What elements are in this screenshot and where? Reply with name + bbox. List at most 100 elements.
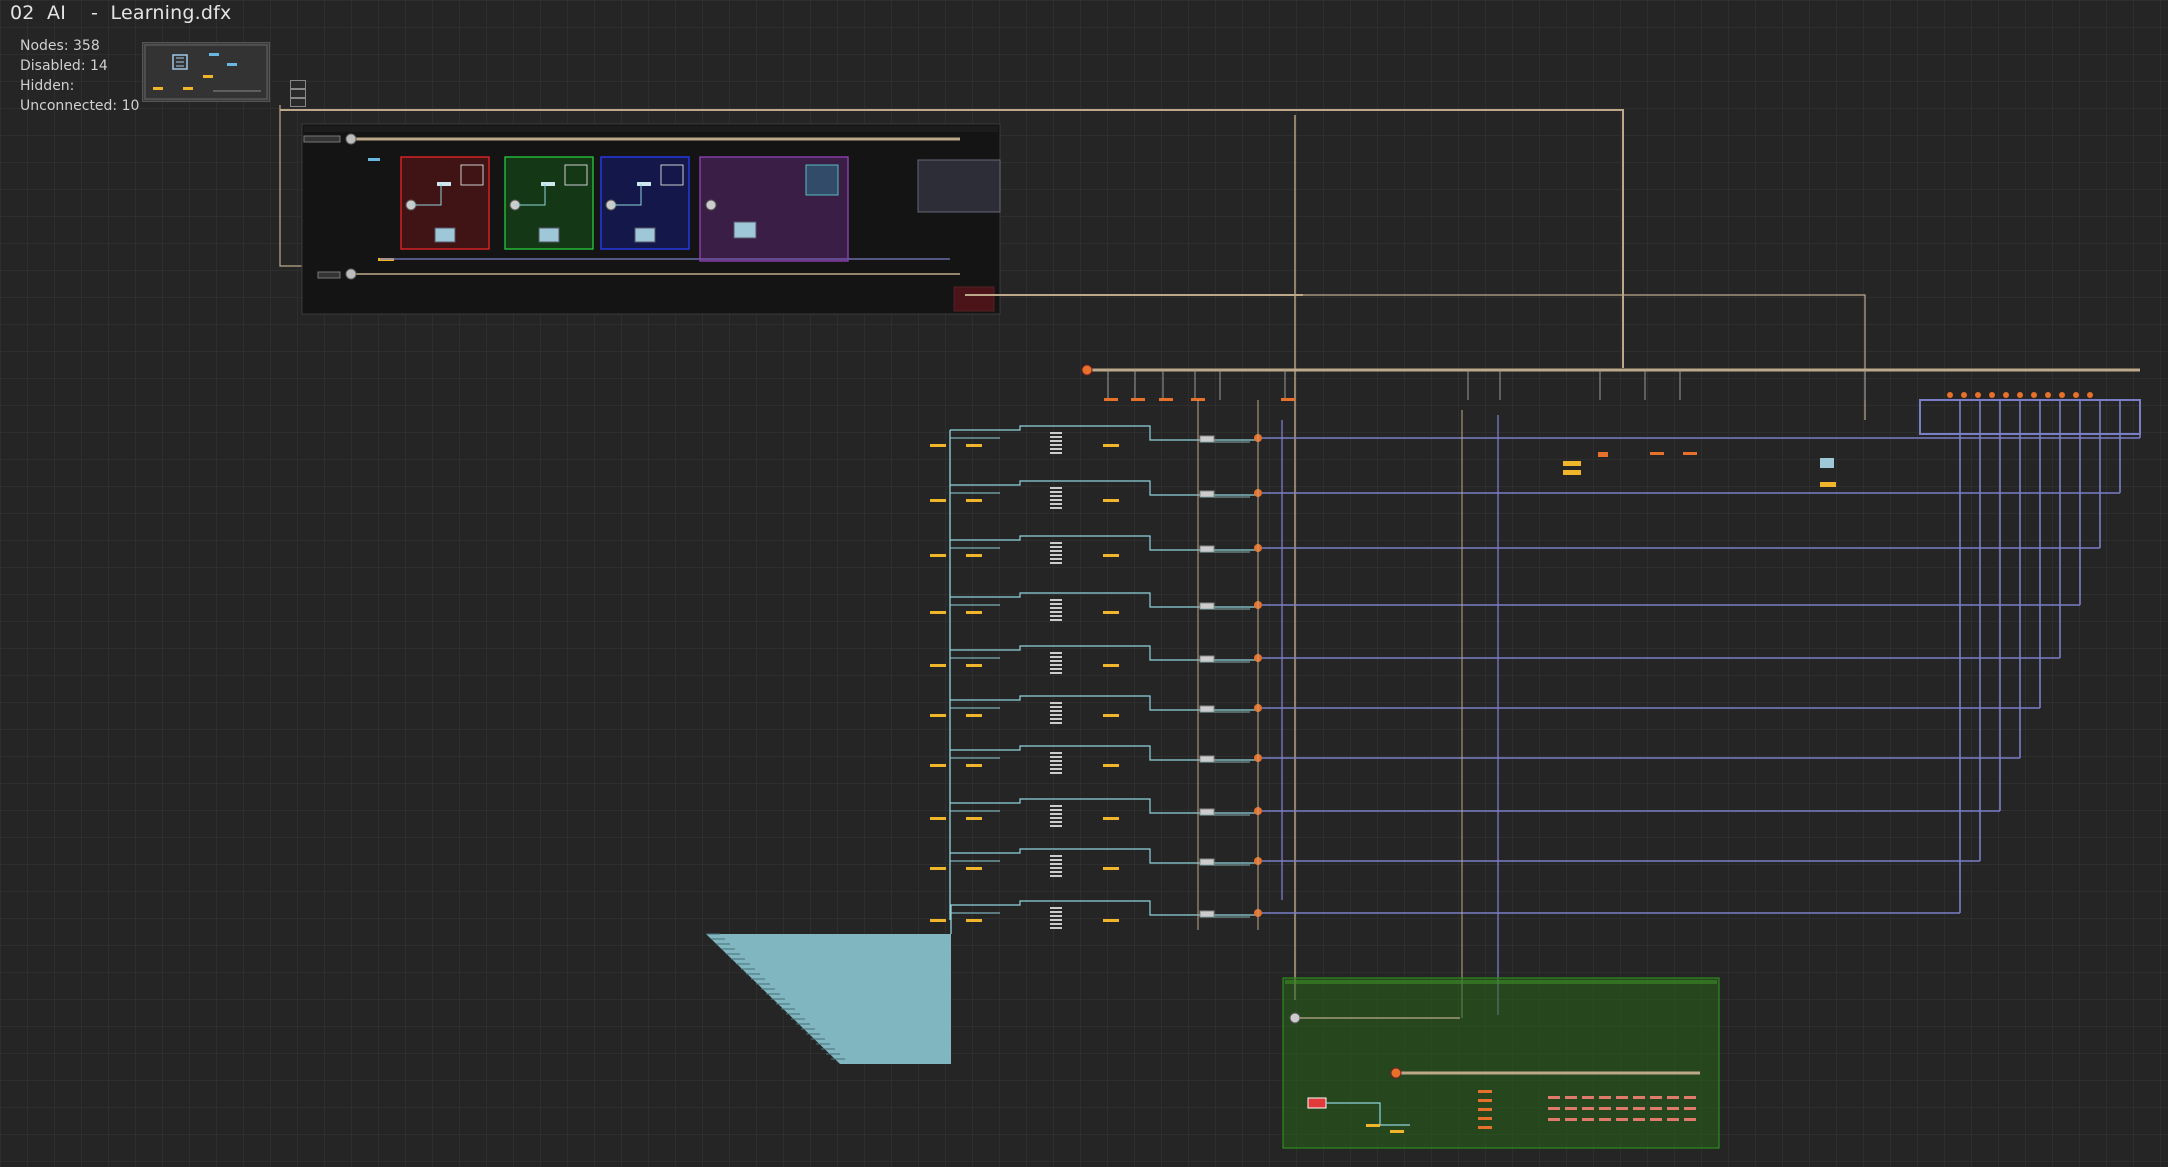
window-title: 02 AI - Learning.dfx (10, 2, 232, 24)
node (966, 817, 982, 820)
node (1050, 706, 1062, 708)
minimap[interactable] (142, 42, 270, 102)
node (1050, 440, 1062, 442)
stat-hidden: Hidden: (20, 76, 139, 96)
node (1050, 652, 1062, 654)
node (1199, 655, 1215, 663)
node-port-icon (1947, 392, 1953, 398)
node (1050, 607, 1062, 609)
node (1616, 1118, 1628, 1121)
node (1199, 705, 1215, 713)
node (1199, 435, 1215, 443)
node (1103, 554, 1119, 557)
node (1050, 871, 1062, 873)
node (1103, 611, 1119, 614)
node (1199, 490, 1215, 498)
wire-bundle (1919, 399, 2141, 435)
node (1050, 503, 1062, 505)
node (1582, 1107, 1594, 1110)
junction-icon (1081, 364, 1093, 376)
node (966, 867, 982, 870)
node-port-icon (2017, 392, 2023, 398)
node (1563, 461, 1581, 466)
node (1050, 805, 1062, 807)
node (1050, 436, 1062, 438)
node-port-icon (2059, 392, 2065, 398)
zoom-toggle-icon[interactable] (290, 89, 306, 98)
node-graph-canvas[interactable] (0, 0, 2168, 1167)
node (1599, 1107, 1611, 1110)
zoom-toggle-icon[interactable] (290, 98, 306, 107)
node (1684, 1096, 1696, 1099)
node (1050, 927, 1062, 929)
node (1050, 507, 1062, 509)
node-group (917, 159, 1001, 213)
node (1050, 772, 1062, 774)
node (1548, 1107, 1560, 1110)
node-group-header (1285, 980, 1717, 984)
node (1159, 398, 1173, 401)
node (1050, 756, 1062, 758)
node-port-icon (2045, 392, 2051, 398)
node (1548, 1096, 1560, 1099)
node (966, 554, 982, 557)
node (1050, 867, 1062, 869)
node (966, 764, 982, 767)
junction-icon (1390, 1067, 1402, 1079)
node (1103, 444, 1119, 447)
node (1104, 398, 1118, 401)
junction-icon (345, 133, 357, 145)
stat-label: Disabled: (20, 58, 86, 74)
node-graph-svg[interactable] (0, 0, 2168, 1167)
node (1050, 875, 1062, 877)
node (805, 164, 839, 196)
node (434, 227, 456, 243)
stat-value: 10 (121, 98, 140, 114)
node (1050, 487, 1062, 489)
node (1199, 910, 1215, 918)
node (1050, 558, 1062, 560)
node (1307, 1097, 1327, 1109)
node (1103, 499, 1119, 502)
node (1050, 919, 1062, 921)
node (930, 714, 946, 717)
node (1598, 452, 1608, 457)
node (1103, 764, 1119, 767)
node-group (953, 286, 995, 312)
node (1820, 482, 1836, 487)
graph-stats-panel: Nodes: 358 Disabled: 14 Hidden: Unconnec… (20, 36, 139, 116)
stat-label: Nodes: (20, 38, 69, 54)
node (930, 764, 946, 767)
minimap-icon (144, 44, 268, 100)
stat-value: 14 (90, 58, 108, 74)
node (1050, 562, 1062, 564)
node (966, 664, 982, 667)
node (1633, 1096, 1645, 1099)
node (1050, 546, 1062, 548)
node (966, 611, 982, 614)
node (1050, 499, 1062, 501)
node (1390, 1130, 1404, 1133)
stat-unconnected: Unconnected: 10 (20, 96, 139, 116)
node (1050, 603, 1062, 605)
stat-label: Unconnected: (20, 98, 118, 114)
node (437, 182, 451, 186)
node (1582, 1118, 1594, 1121)
node (1103, 664, 1119, 667)
zoom-toggle-icon[interactable] (290, 80, 306, 89)
node (1050, 656, 1062, 658)
node (1565, 1107, 1577, 1110)
node (1050, 760, 1062, 762)
node (1050, 432, 1062, 434)
stat-disabled: Disabled: 14 (20, 56, 139, 76)
node (1548, 1118, 1560, 1121)
node (541, 182, 555, 186)
node (930, 919, 946, 922)
node (966, 919, 982, 922)
node (1103, 817, 1119, 820)
node (1050, 444, 1062, 446)
node (1633, 1107, 1645, 1110)
node (1050, 855, 1062, 857)
node (966, 499, 982, 502)
node (1199, 808, 1215, 816)
